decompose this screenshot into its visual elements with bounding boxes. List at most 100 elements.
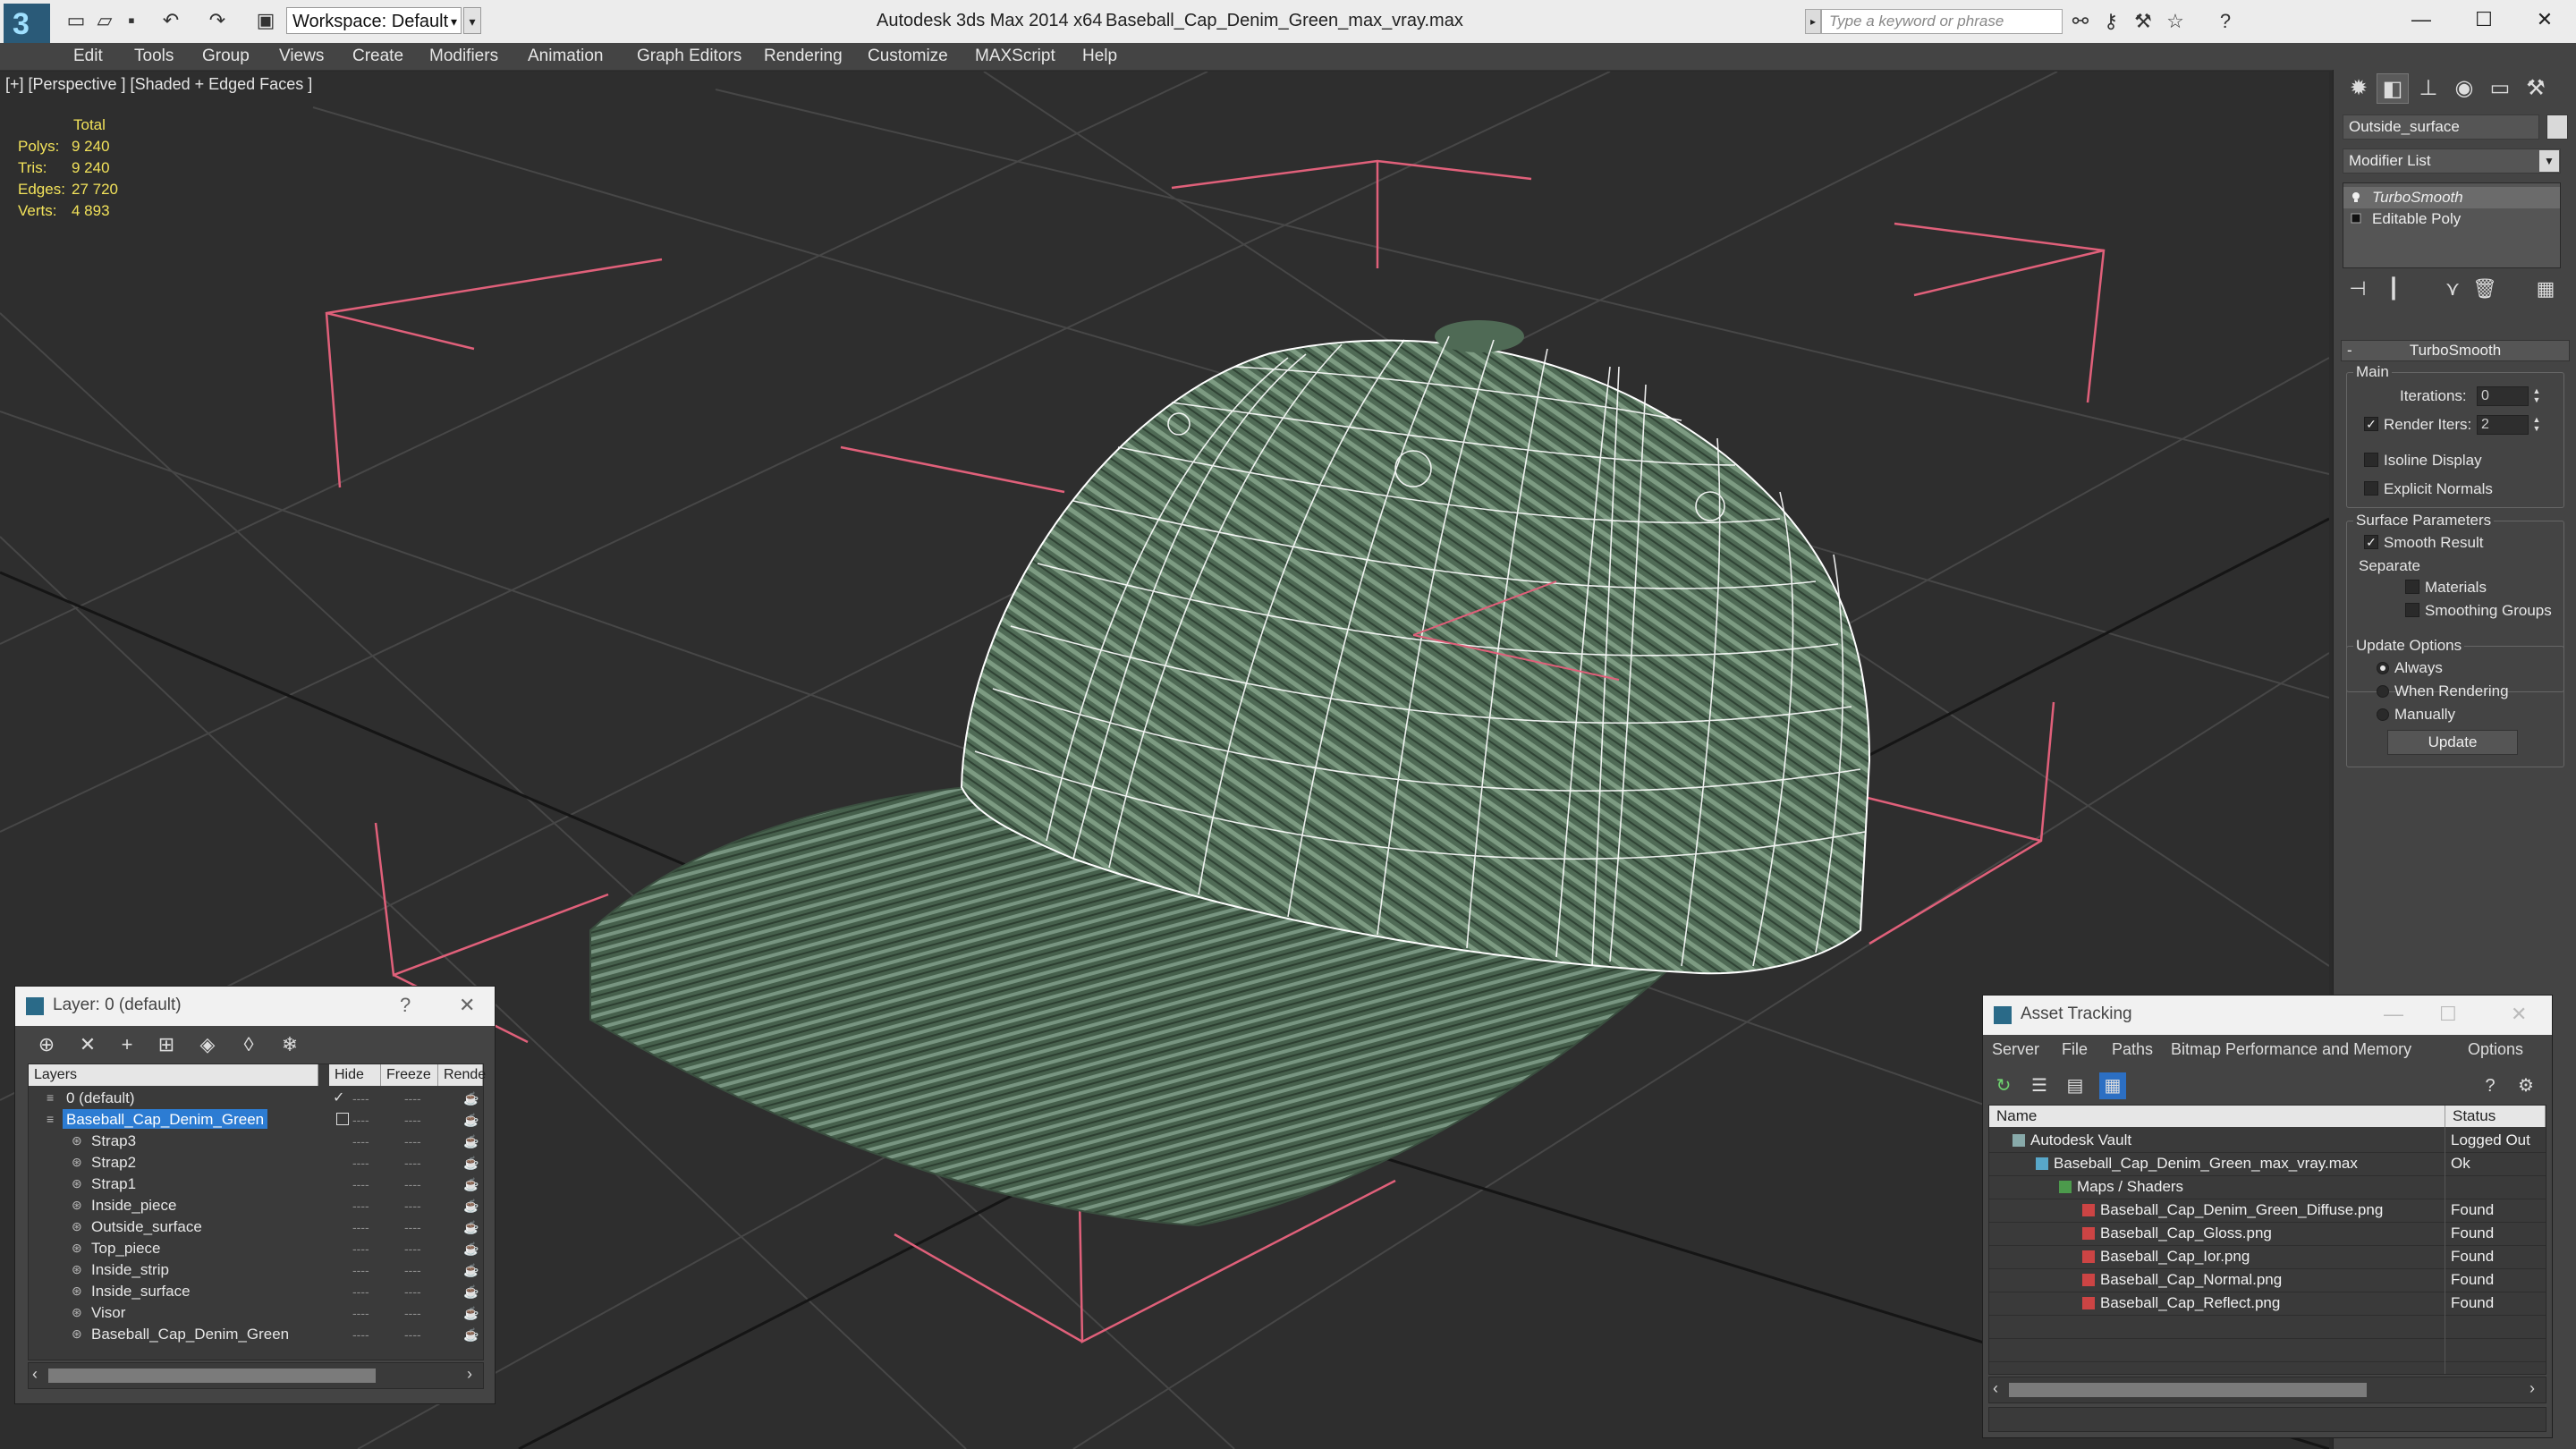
column-hide[interactable]: Hide xyxy=(329,1064,381,1086)
asset-menu-paths[interactable]: Paths xyxy=(2112,1040,2153,1059)
materials-checkbox[interactable] xyxy=(2405,580,2419,594)
asset-close-button[interactable]: ✕ xyxy=(2511,1003,2527,1026)
update-manually-radio[interactable] xyxy=(2377,708,2389,721)
object-color-swatch[interactable] xyxy=(2546,114,2568,140)
layer-row[interactable]: ⊛ Baseball_Cap_Denim_Green ---- ---- ☕ xyxy=(29,1324,483,1345)
menu-rendering[interactable]: Rendering xyxy=(764,43,843,70)
asset-row[interactable]: Baseball_Cap_Denim_Green_Diffuse.png Foun… xyxy=(1989,1199,2546,1223)
close-button[interactable]: ✕ xyxy=(2513,0,2576,39)
layer-row[interactable]: ⊛ Inside_piece ---- ---- ☕ xyxy=(29,1195,483,1216)
layer-row[interactable]: ⊛ Strap1 ---- ---- ☕ xyxy=(29,1174,483,1195)
layer-row[interactable]: ⊛ Strap3 ---- ---- ☕ xyxy=(29,1131,483,1152)
hide-toggle[interactable]: ---- xyxy=(352,1109,369,1131)
update-always-radio[interactable] xyxy=(2377,662,2389,674)
column-status[interactable]: Status xyxy=(2445,1106,2546,1127)
layer-row[interactable]: ≡ 0 (default) ✓ ---- ---- ☕ xyxy=(29,1088,483,1109)
asset-menu-bitmap-performance[interactable]: Bitmap Performance and Memory xyxy=(2171,1040,2411,1059)
freeze-toggle[interactable]: ---- xyxy=(404,1259,421,1281)
layer-close-button[interactable]: ✕ xyxy=(459,994,475,1017)
layer-horizontal-scrollbar[interactable]: ‹ › xyxy=(28,1362,484,1389)
asset-row[interactable]: Baseball_Cap_Gloss.png Found xyxy=(1989,1222,2546,1246)
layer-row[interactable]: ⊛ Inside_strip ---- ---- ☕ xyxy=(29,1259,483,1281)
update-button[interactable]: Update xyxy=(2387,730,2518,755)
column-freeze[interactable]: Freeze xyxy=(381,1064,438,1086)
key-icon[interactable]: ⚷ xyxy=(2098,9,2123,34)
redo-icon[interactable]: ↷ xyxy=(206,9,229,32)
create-tab-icon[interactable]: ✹ xyxy=(2343,73,2375,104)
render-iters-spinner[interactable]: 2 xyxy=(2477,415,2529,435)
hide-toggle[interactable]: ---- xyxy=(352,1259,369,1281)
scroll-thumb[interactable] xyxy=(48,1368,376,1383)
freeze-toggle[interactable]: ---- xyxy=(404,1152,421,1174)
hide-toggle[interactable]: ---- xyxy=(352,1152,369,1174)
column-render[interactable]: Rende xyxy=(438,1064,486,1086)
render-teapot-icon[interactable]: ☕ xyxy=(463,1302,479,1324)
freeze-toggle[interactable]: ---- xyxy=(404,1131,421,1152)
render-iters-checkbox[interactable]: ✓ xyxy=(2364,417,2378,431)
layer-row[interactable]: ⊛ Inside_surface ---- ---- ☕ xyxy=(29,1281,483,1302)
column-name[interactable]: Name xyxy=(1989,1106,2445,1127)
make-unique-icon[interactable]: ⋎ xyxy=(2439,275,2466,302)
menu-modifiers[interactable]: Modifiers xyxy=(429,43,498,70)
menu-tools[interactable]: Tools xyxy=(134,43,174,70)
hide-toggle[interactable]: ---- xyxy=(352,1324,369,1345)
show-end-result-icon[interactable]: ┃ xyxy=(2380,275,2407,302)
freeze-toggle[interactable]: ---- xyxy=(404,1174,421,1195)
scroll-thumb[interactable] xyxy=(2009,1383,2367,1397)
object-name-field[interactable]: Outside_surface xyxy=(2343,114,2539,140)
search-input[interactable]: Type a keyword or phrase xyxy=(1821,9,2063,34)
hide-toggle[interactable]: ---- xyxy=(352,1088,369,1109)
asset-menu-file[interactable]: File xyxy=(2062,1040,2088,1059)
open-file-icon[interactable]: ▱ xyxy=(93,9,116,32)
scroll-right-icon[interactable]: › xyxy=(2529,1379,2535,1398)
scroll-left-icon[interactable]: ‹ xyxy=(1993,1379,1998,1398)
current-layer-check-icon[interactable]: ✓ xyxy=(333,1088,344,1109)
utilities-tab-icon[interactable]: ⚒ xyxy=(2520,73,2552,104)
undo-icon[interactable]: ↶ xyxy=(159,9,182,32)
render-teapot-icon[interactable]: ☕ xyxy=(463,1281,479,1302)
layer-row[interactable]: ⊛ Strap2 ---- ---- ☕ xyxy=(29,1152,483,1174)
render-teapot-icon[interactable]: ☕ xyxy=(463,1088,479,1109)
refresh-icon[interactable]: ↻ xyxy=(1990,1072,2017,1099)
quick-access-more-icon[interactable]: ▾ xyxy=(463,7,481,34)
asset-row[interactable]: Baseball_Cap_Denim_Green_max_vray.max Ok xyxy=(1989,1152,2546,1176)
menu-animation[interactable]: Animation xyxy=(528,43,604,70)
hide-toggle[interactable]: ---- xyxy=(352,1131,369,1152)
modify-tab-icon[interactable]: ◧ xyxy=(2377,73,2409,104)
menu-edit[interactable]: Edit xyxy=(73,43,103,70)
stack-item-editable-poly[interactable]: Editable Poly xyxy=(2343,208,2560,230)
list-view-icon[interactable]: ☰ xyxy=(2026,1072,2053,1099)
menu-group[interactable]: Group xyxy=(202,43,250,70)
hold-icon[interactable]: ▣ xyxy=(254,9,277,32)
render-teapot-icon[interactable]: ☕ xyxy=(463,1174,479,1195)
asset-row[interactable]: Maps / Shaders xyxy=(1989,1175,2546,1199)
layer-row[interactable]: ⊛ Outside_surface ---- ---- ☕ xyxy=(29,1216,483,1238)
freeze-toggle[interactable]: ---- xyxy=(404,1324,421,1345)
remove-modifier-icon[interactable]: 🗑 xyxy=(2471,275,2498,302)
render-teapot-icon[interactable]: ☕ xyxy=(463,1152,479,1174)
delete-layer-icon[interactable]: ✕ xyxy=(74,1031,101,1058)
app-logo-icon[interactable]: 3 xyxy=(4,4,50,43)
rollout-turbosmooth[interactable]: - TurboSmooth xyxy=(2341,340,2570,361)
asset-dialog-titlebar[interactable]: Asset Tracking — ☐ ✕ xyxy=(1983,996,2552,1035)
freeze-toggle[interactable]: ---- xyxy=(404,1195,421,1216)
render-teapot-icon[interactable]: ☕ xyxy=(463,1216,479,1238)
smooth-result-checkbox[interactable]: ✓ xyxy=(2364,535,2378,549)
favorites-star-icon[interactable]: ☆ xyxy=(2163,9,2188,34)
spinner-arrows-icon[interactable]: ▲ ▼ xyxy=(2530,386,2543,406)
settings-icon[interactable]: ⚙ xyxy=(2512,1072,2539,1099)
freeze-toggle[interactable]: ---- xyxy=(404,1281,421,1302)
pin-stack-icon[interactable]: ⊣ xyxy=(2344,275,2371,302)
new-file-icon[interactable]: ▭ xyxy=(64,9,88,32)
hide-toggle[interactable]: ---- xyxy=(352,1281,369,1302)
render-teapot-icon[interactable]: ☕ xyxy=(463,1131,479,1152)
lightbulb-icon[interactable] xyxy=(2351,191,2361,202)
hide-toggle[interactable]: ---- xyxy=(352,1174,369,1195)
asset-row[interactable]: Autodesk Vault Logged Out xyxy=(1989,1129,2546,1153)
explicit-normals-checkbox[interactable] xyxy=(2364,481,2378,496)
layer-row[interactable]: ⊛ Top_piece ---- ---- ☕ xyxy=(29,1238,483,1259)
binoculars-icon[interactable]: ⚯ xyxy=(2068,9,2093,34)
render-teapot-icon[interactable]: ☕ xyxy=(463,1195,479,1216)
stack-item-turbosmooth[interactable]: TurboSmooth xyxy=(2343,187,2560,208)
render-teapot-icon[interactable]: ☕ xyxy=(463,1324,479,1345)
